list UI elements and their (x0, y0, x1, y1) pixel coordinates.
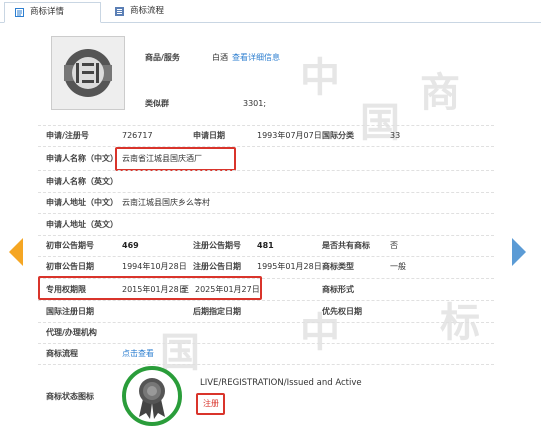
reg-issue-value: 481 (257, 241, 274, 250)
reg-date-label: 注册公告日期 (193, 262, 241, 271)
reg-date-value: 1995年01月28日 (257, 262, 322, 271)
reg-no-label: 申请/注册号 (46, 131, 89, 140)
previous-arrow-icon[interactable] (9, 238, 25, 266)
tab-trademark-process[interactable]: 商标流程 (105, 2, 197, 21)
prelim-date-label: 初审公告日期 (46, 262, 94, 271)
goods-services-value: 白酒 (212, 53, 228, 62)
tab-label: 商标详情 (30, 7, 65, 17)
address-cn-label: 申请人地址（中文） (46, 198, 118, 207)
document-icon (15, 8, 24, 17)
row-divider (38, 213, 494, 214)
applicant-cn-label: 申请人名称（中文） (46, 154, 118, 163)
agent-label: 代理/办理机构 (46, 328, 97, 337)
reg-issue-label: 注册公告期号 (193, 241, 241, 250)
trademark-logo (52, 37, 124, 109)
mark-form-label: 商标形式 (322, 285, 354, 294)
watermark-char: 标 (440, 299, 480, 346)
intl-reg-date-label: 国际注册日期 (46, 307, 94, 316)
watermark-char: 中 (300, 54, 340, 101)
address-en-label: 申请人地址（英文） (46, 220, 118, 229)
row-divider (38, 146, 494, 147)
row-divider (38, 170, 494, 171)
shared-label: 是否共有商标 (322, 241, 370, 250)
shared-value: 否 (390, 241, 398, 250)
exclusive-highlight (38, 276, 262, 300)
prelim-date-value: 1994年10月28日 (122, 262, 187, 271)
prelim-issue-value: 469 (122, 241, 139, 250)
row-divider (38, 192, 494, 193)
next-arrow-icon[interactable] (510, 238, 526, 266)
intl-class-value: 33 (390, 131, 401, 140)
address-cn-value: 云南江城县国庆乡么等村 (122, 198, 210, 207)
status-badge-highlight (196, 393, 225, 415)
list-icon (115, 7, 124, 16)
status-text: LIVE/REGISTRATION/Issued and Active (200, 378, 362, 388)
prelim-issue-label: 初审公告期号 (46, 241, 94, 250)
app-date-label: 申请日期 (193, 131, 225, 140)
later-date-label: 后期指定日期 (193, 307, 241, 316)
goods-services-label: 商品/服务 (145, 53, 180, 62)
watermark-char: 商 (420, 69, 460, 116)
intl-class-label: 国际分类 (322, 131, 354, 140)
tab-trademark-details[interactable]: 商标详情 (4, 2, 101, 23)
mark-type-value: 一般 (390, 262, 406, 271)
app-date-value: 1993年07月07日 (257, 131, 322, 140)
process-label: 商标流程 (46, 349, 78, 358)
row-divider (38, 125, 494, 126)
reg-no-value: 726717 (122, 131, 153, 140)
trademark-image (51, 36, 125, 110)
row-divider (38, 300, 494, 301)
applicant-highlight (115, 147, 236, 171)
row-divider (38, 322, 494, 323)
applicant-en-label: 申请人名称（英文） (46, 177, 118, 186)
tab-bar: 商标详情 商标流程 (0, 0, 541, 23)
mark-type-label: 商标类型 (322, 262, 354, 271)
similar-group-label: 类似群 (145, 99, 169, 108)
row-divider (38, 235, 494, 236)
row-divider (38, 343, 494, 344)
process-view-link[interactable]: 点击查看 (122, 348, 154, 359)
row-divider (38, 256, 494, 257)
view-details-link[interactable]: 查看详细信息 (232, 52, 280, 63)
priority-label: 优先权日期 (322, 307, 362, 316)
similar-group-value: 3301; (243, 99, 267, 108)
status-medal-icon (122, 366, 182, 426)
tab-label: 商标流程 (130, 6, 165, 16)
row-divider (38, 364, 494, 365)
status-icon-label: 商标状态图标 (46, 392, 94, 401)
